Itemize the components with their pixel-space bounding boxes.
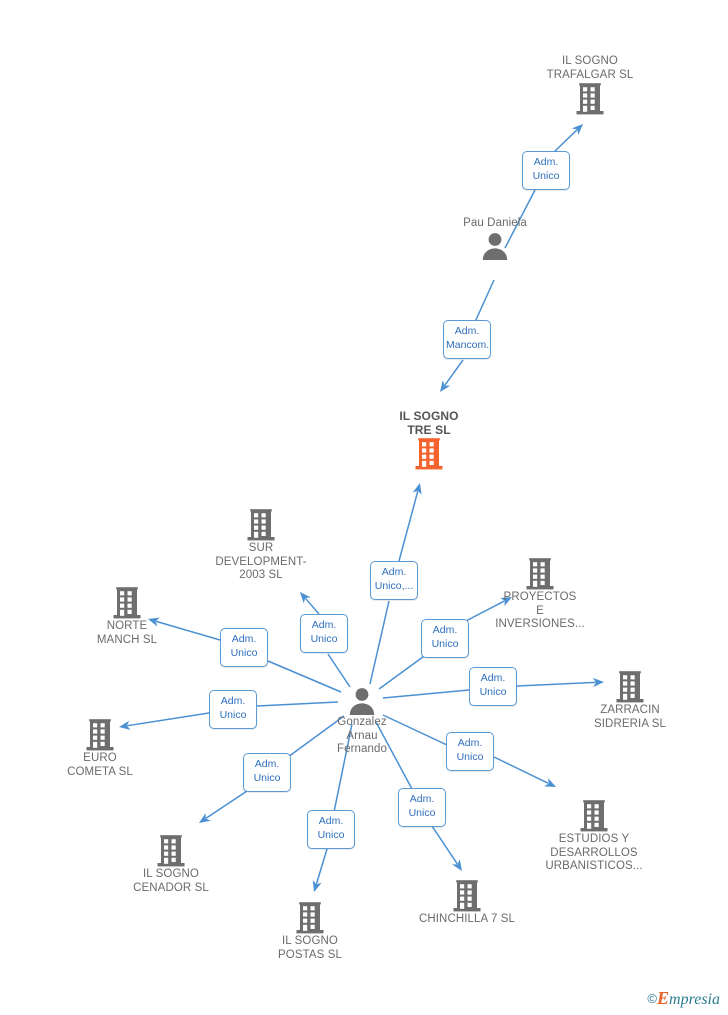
building-icon bbox=[526, 558, 554, 590]
graph-node-label: SUR DEVELOPMENT- 2003 SL bbox=[215, 542, 307, 582]
graph-edge-edge-rel-cenador-to-company bbox=[205, 788, 251, 819]
graph-node-label: NORTE MANCH SL bbox=[96, 620, 158, 646]
graph-edge-edge-rel-trafalgar-to-company bbox=[553, 129, 578, 153]
edge-arrowhead-edge-rel-chinchilla-to-company bbox=[452, 859, 462, 871]
building-icon bbox=[113, 587, 141, 619]
graph-edge-edge-rel-sur-to-company bbox=[304, 597, 320, 615]
building-icon bbox=[576, 83, 604, 115]
graph-node-label: IL SOGNO CENADOR SL bbox=[133, 868, 209, 894]
graph-node-il-sogno-cenador-sl[interactable]: IL SOGNO CENADOR SL bbox=[101, 831, 241, 895]
relation-label-rel-pau-tre[interactable]: Adm. Mancom. bbox=[443, 320, 491, 359]
person-icon bbox=[482, 232, 508, 260]
graph-node-pau-daniela[interactable]: Pau Daniela bbox=[425, 214, 565, 261]
relation-label-line: Adm. bbox=[533, 156, 559, 168]
graph-edge-edge-gaf-to-rel-tre bbox=[369, 600, 390, 685]
relation-label-line: Unico bbox=[479, 685, 507, 698]
graph-node-label: ESTUDIOS Y DESARROLLOS URBANISTICOS... bbox=[545, 833, 643, 873]
relation-label-rel-gaf-postas[interactable]: Adm. Unico bbox=[307, 810, 355, 849]
relation-label-line: Unico bbox=[431, 637, 459, 650]
building-icon bbox=[616, 671, 644, 703]
relation-label-line: Unico bbox=[230, 646, 258, 659]
relation-label-rel-gaf-euro[interactable]: Adm. Unico bbox=[209, 690, 257, 729]
edge-arrowhead-edge-rel-sur-to-company bbox=[300, 592, 311, 604]
edge-arrowhead-edge-rel-trafalgar-to-company bbox=[571, 124, 583, 135]
building-icon bbox=[86, 719, 114, 751]
relation-label-line: Adm. bbox=[318, 815, 344, 827]
relationship-graph-canvas[interactable]: IL SOGNO TRAFALGAR SL Pau Daniela IL SOGNO… bbox=[0, 0, 728, 1015]
relation-label-line: Unico bbox=[219, 708, 247, 721]
graph-node-proyectos-e-inversiones[interactable]: PROYECTOS E INVERSIONES... bbox=[470, 554, 610, 632]
edge-arrowhead-edge-rel-cenador-to-company bbox=[199, 813, 211, 823]
empresia-watermark: ©Empresia bbox=[647, 988, 720, 1009]
relation-label-line: Adm. bbox=[480, 672, 506, 684]
relation-label-line: Mancom. bbox=[446, 338, 490, 351]
relation-label-line: Unico bbox=[310, 632, 338, 645]
graph-node-il-sogno-postas-sl[interactable]: IL SOGNO POSTAS SL bbox=[240, 898, 380, 962]
relation-label-line: Adm. bbox=[409, 793, 435, 805]
relation-label-rel-gaf-cenador[interactable]: Adm. Unico bbox=[243, 753, 291, 792]
relation-label-line: Unico bbox=[532, 169, 560, 182]
building-icon bbox=[296, 902, 324, 934]
relation-label-line: Adm. bbox=[381, 566, 407, 578]
graph-node-label: CHINCHILLA 7 SL bbox=[418, 913, 516, 925]
graph-node-sur-development-2003-sl[interactable]: SUR DEVELOPMENT- 2003 SL bbox=[191, 505, 331, 583]
relation-label-rel-gaf-tre[interactable]: Adm. Unico,... bbox=[370, 561, 418, 600]
relation-label-rel-gaf-sur[interactable]: Adm. Unico bbox=[300, 614, 348, 653]
graph-node-il-sogno-trafalgar-sl[interactable]: IL SOGNO TRAFALGAR SL bbox=[520, 52, 660, 116]
relation-label-line: Unico bbox=[408, 806, 436, 819]
relation-label-line: Unico bbox=[317, 828, 345, 841]
relation-label-rel-gaf-estudios[interactable]: Adm. Unico bbox=[446, 732, 494, 771]
relation-label-line: Adm. bbox=[311, 619, 337, 631]
graph-node-label: Gonzalez Arnau Fernando bbox=[336, 716, 388, 756]
graph-node-label: Pau Daniela bbox=[463, 217, 527, 229]
relation-label-line: Unico bbox=[456, 750, 484, 763]
graph-node-estudios-y-desarrollos-urbanisticos[interactable]: ESTUDIOS Y DESARROLLOS URBANISTICOS... bbox=[524, 796, 664, 874]
relation-label-rel-gaf-zarracin[interactable]: Adm. Unico bbox=[469, 667, 517, 706]
graph-node-label: IL SOGNO TRAFALGAR SL bbox=[546, 55, 634, 81]
relation-label-line: Unico,... bbox=[374, 579, 414, 592]
graph-edge-edge-rel-tre-gaf-to-company bbox=[398, 491, 419, 562]
edge-arrowhead-edge-rel-postas-to-company bbox=[312, 880, 322, 892]
edge-arrowhead-edge-rel-tre-to-company bbox=[440, 380, 451, 392]
relation-label-rel-gaf-chinchilla[interactable]: Adm. Unico bbox=[398, 788, 446, 827]
graph-edge-edge-rel-chinchilla-to-company bbox=[431, 825, 458, 865]
graph-edge-edge-rel-estudios-to-company bbox=[493, 756, 549, 784]
graph-node-norte-manch-sl[interactable]: NORTE MANCH SL bbox=[57, 583, 197, 647]
graph-node-il-sogno-tre-sl[interactable]: IL SOGNO TRE SL bbox=[359, 406, 499, 471]
graph-node-label: EURO COMETA SL bbox=[67, 752, 133, 778]
building-icon bbox=[415, 438, 443, 470]
building-icon bbox=[580, 800, 608, 832]
person-icon bbox=[349, 688, 375, 715]
building-icon bbox=[453, 880, 481, 912]
graph-node-euro-cometa-sl[interactable]: EURO COMETA SL bbox=[30, 715, 170, 779]
relation-label-line: Adm. bbox=[432, 624, 458, 636]
graph-node-label: IL SOGNO POSTAS SL bbox=[278, 935, 342, 961]
graph-node-gonzalez-arnau-fernando[interactable]: Gonzalez Arnau Fernando bbox=[292, 683, 432, 757]
copyright-symbol: © bbox=[647, 991, 658, 1006]
relation-label-rel-gaf-proyectos[interactable]: Adm. Unico bbox=[421, 619, 469, 658]
graph-node-label: PROYECTOS E INVERSIONES... bbox=[495, 591, 585, 631]
graph-edge-edge-rel-tre-to-company bbox=[444, 359, 464, 386]
brand-initial: E bbox=[657, 988, 670, 1008]
relation-label-line: Adm. bbox=[454, 325, 480, 337]
edge-arrowhead-edge-rel-tre-gaf-to-company bbox=[412, 483, 422, 495]
graph-edge-edge-pau-to-rel-tre bbox=[474, 279, 495, 323]
relation-label-line: Adm. bbox=[220, 695, 246, 707]
relation-label-rel-pau-trafalgar[interactable]: Adm. Unico bbox=[522, 151, 570, 190]
relation-label-rel-gaf-norte[interactable]: Adm. Unico bbox=[220, 628, 268, 667]
relation-label-line: Adm. bbox=[254, 758, 280, 770]
graph-node-chinchilla-7-sl[interactable]: CHINCHILLA 7 SL bbox=[397, 876, 537, 927]
graph-node-label: IL SOGNO TRE SL bbox=[399, 409, 459, 438]
building-icon bbox=[157, 835, 185, 867]
relation-label-line: Unico bbox=[253, 771, 281, 784]
edge-arrowhead-edge-rel-estudios-to-company bbox=[544, 778, 556, 787]
relation-label-line: Adm. bbox=[231, 633, 257, 645]
graph-node-zarracin-sidreria-sl[interactable]: ZARRACIN SIDRERIA SL bbox=[560, 667, 700, 731]
brand-name: mpresia bbox=[669, 991, 720, 1008]
building-icon bbox=[247, 509, 275, 541]
graph-edge-edge-rel-postas-to-company bbox=[315, 848, 328, 885]
graph-node-label: ZARRACIN SIDRERIA SL bbox=[593, 704, 667, 730]
relation-label-line: Adm. bbox=[457, 737, 483, 749]
